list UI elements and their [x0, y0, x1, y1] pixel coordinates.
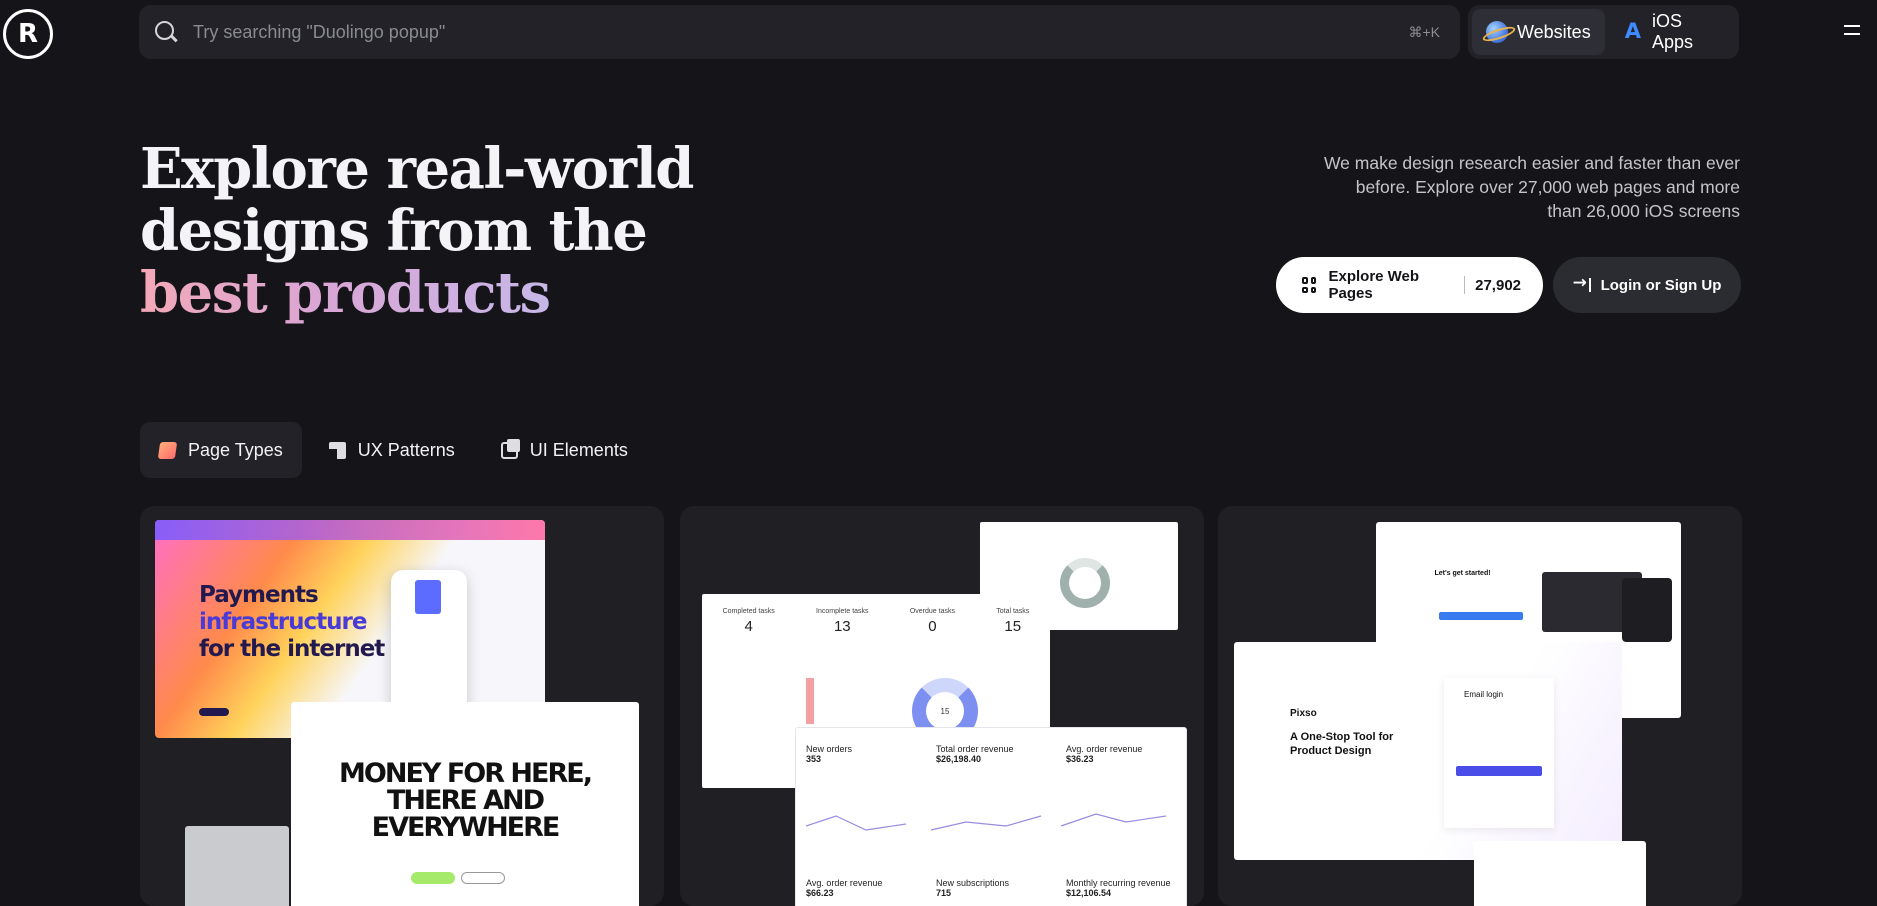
kpi-total-revenue: Total order revenue $26,198.40: [936, 744, 1014, 764]
tab-ui-elements[interactable]: UI Elements: [482, 422, 647, 478]
kpi-avg-revenue: Avg. order revenue $36.23: [1066, 744, 1143, 764]
task-stats: Completed tasks 4 Incomplete tasks 13 Over…: [702, 608, 1050, 635]
hero-title-line-3: best products: [140, 260, 551, 326]
stripe-headline-2: infrastructure: [199, 609, 367, 635]
stat-overdue: Overdue tasks 0: [909, 608, 955, 635]
top-navigation: R ⌘+K Websites iOS Apps: [0, 0, 1877, 66]
tab-page-types[interactable]: Page Types: [140, 422, 302, 478]
hero-title-line-1: Explore real-world: [140, 136, 694, 202]
search-icon: [153, 19, 179, 45]
screenshot-cta-outline: [461, 872, 505, 884]
tablet-mockup: [1622, 578, 1672, 642]
tab-label: Page Types: [188, 439, 283, 460]
tab-label: UX Patterns: [357, 439, 455, 460]
kpi-row-2: Avg. order revenue $66.23 New subscriptio…: [806, 878, 1176, 898]
money-screenshot: MONEY FOR HERE, THERE AND EVERYWHERE: [291, 702, 639, 906]
design-card-login-pages[interactable]: Let's get started! Pixso A One-Stop Tool…: [1218, 506, 1742, 906]
kpi-row: New orders 353 Total order revenue $26,198…: [806, 744, 1176, 764]
kpi-new-orders: New orders 353: [806, 744, 853, 764]
login-label: Login or Sign Up: [1600, 276, 1722, 294]
hamburger-menu-icon[interactable]: [1840, 19, 1864, 45]
stripe-headline-1: Payments: [199, 582, 319, 608]
login-signup-button[interactable]: Login or Sign Up: [1553, 257, 1741, 313]
kpi-avg-order: Avg. order revenue $66.23: [806, 878, 883, 898]
app-store-icon: [1623, 19, 1643, 43]
pixso-logo: Pixso: [1290, 708, 1317, 719]
form-title: Email login: [1464, 690, 1504, 699]
search-input[interactable]: [193, 21, 1409, 43]
marketplace-screenshot: [1474, 841, 1646, 906]
screenshot-button: [1456, 766, 1542, 776]
planet-icon: [1486, 21, 1508, 43]
ios-apps-button[interactable]: iOS Apps: [1609, 9, 1735, 55]
hero-title-line-2: designs from the: [140, 198, 648, 264]
logo-icon[interactable]: R: [3, 9, 53, 59]
pixso-screenshot: Pixso A One-Stop Tool for Product Design…: [1234, 642, 1622, 860]
stat-completed: Completed tasks 4: [722, 608, 775, 635]
hero-title: Explore real-world designs from the best…: [140, 136, 694, 326]
grid-icon: [1302, 277, 1317, 293]
dashboard-screenshot-lines: New orders 353 Total order revenue $26,198…: [796, 728, 1186, 906]
logo-mark: R: [17, 19, 39, 49]
screenshot-nav: [155, 520, 545, 540]
ui-elements-icon: [500, 438, 520, 459]
keyboard-shortcut: ⌘+K: [1408, 23, 1440, 40]
stat-incomplete: Incomplete tasks 13: [816, 608, 869, 635]
line-chart: [806, 813, 1167, 831]
gray-screenshot: [185, 826, 289, 906]
stripe-headline-3: for the internet: [199, 636, 385, 662]
search-bar[interactable]: ⌘+K: [139, 5, 1460, 59]
money-headline: MONEY FOR HERE, THERE AND EVERYWHERE: [339, 758, 593, 843]
websites-button[interactable]: Websites: [1472, 9, 1605, 55]
explore-web-pages-button[interactable]: Explore Web Pages 27,902: [1276, 257, 1543, 313]
login-arrow-icon: [1573, 273, 1591, 293]
design-card-dashboards[interactable]: Completed tasks 4 Incomplete tasks 13 Over…: [680, 506, 1204, 906]
donut-value: 15: [940, 706, 950, 716]
ios-apps-label: iOS Apps: [1651, 11, 1693, 52]
tab-label: UI Elements: [529, 439, 628, 460]
pixso-headline: A One-Stop Tool for Product Design: [1290, 731, 1394, 757]
explore-count: 27,902: [1475, 276, 1522, 294]
explore-label: Explore Web Pages: [1328, 268, 1420, 302]
kpi-subscriptions: New subscriptions 715: [936, 878, 1010, 898]
platform-switcher: Websites iOS Apps: [1468, 5, 1739, 59]
design-card-landing-pages[interactable]: Payments infrastructure for the internet…: [140, 506, 664, 906]
stat-total: Total tasks 15: [996, 608, 1030, 635]
tab-ux-patterns[interactable]: UX Patterns: [310, 422, 474, 478]
pixso-login-form: Email login: [1444, 678, 1554, 828]
craft-title: Let's get started!: [1434, 570, 1491, 577]
category-tabs: Page Types UX Patterns UI Elements: [140, 422, 647, 478]
screenshot-button: [1439, 612, 1523, 620]
page-types-icon: [157, 441, 178, 459]
donut-chart: [1060, 558, 1110, 608]
stripe-headline: Payments infrastructure for the internet: [199, 582, 385, 663]
bar-chart: [806, 678, 814, 724]
websites-label: Websites: [1517, 21, 1591, 42]
phone-mockup: [391, 570, 467, 720]
ux-patterns-icon: [328, 441, 346, 459]
screenshot-cta-green: [411, 872, 455, 884]
kpi-mrr: Monthly recurring revenue $12,106.54: [1066, 878, 1171, 898]
screenshot-button: [199, 708, 229, 716]
divider: [1464, 276, 1466, 294]
hero-description: We make design research easier and faste…: [1323, 153, 1740, 221]
